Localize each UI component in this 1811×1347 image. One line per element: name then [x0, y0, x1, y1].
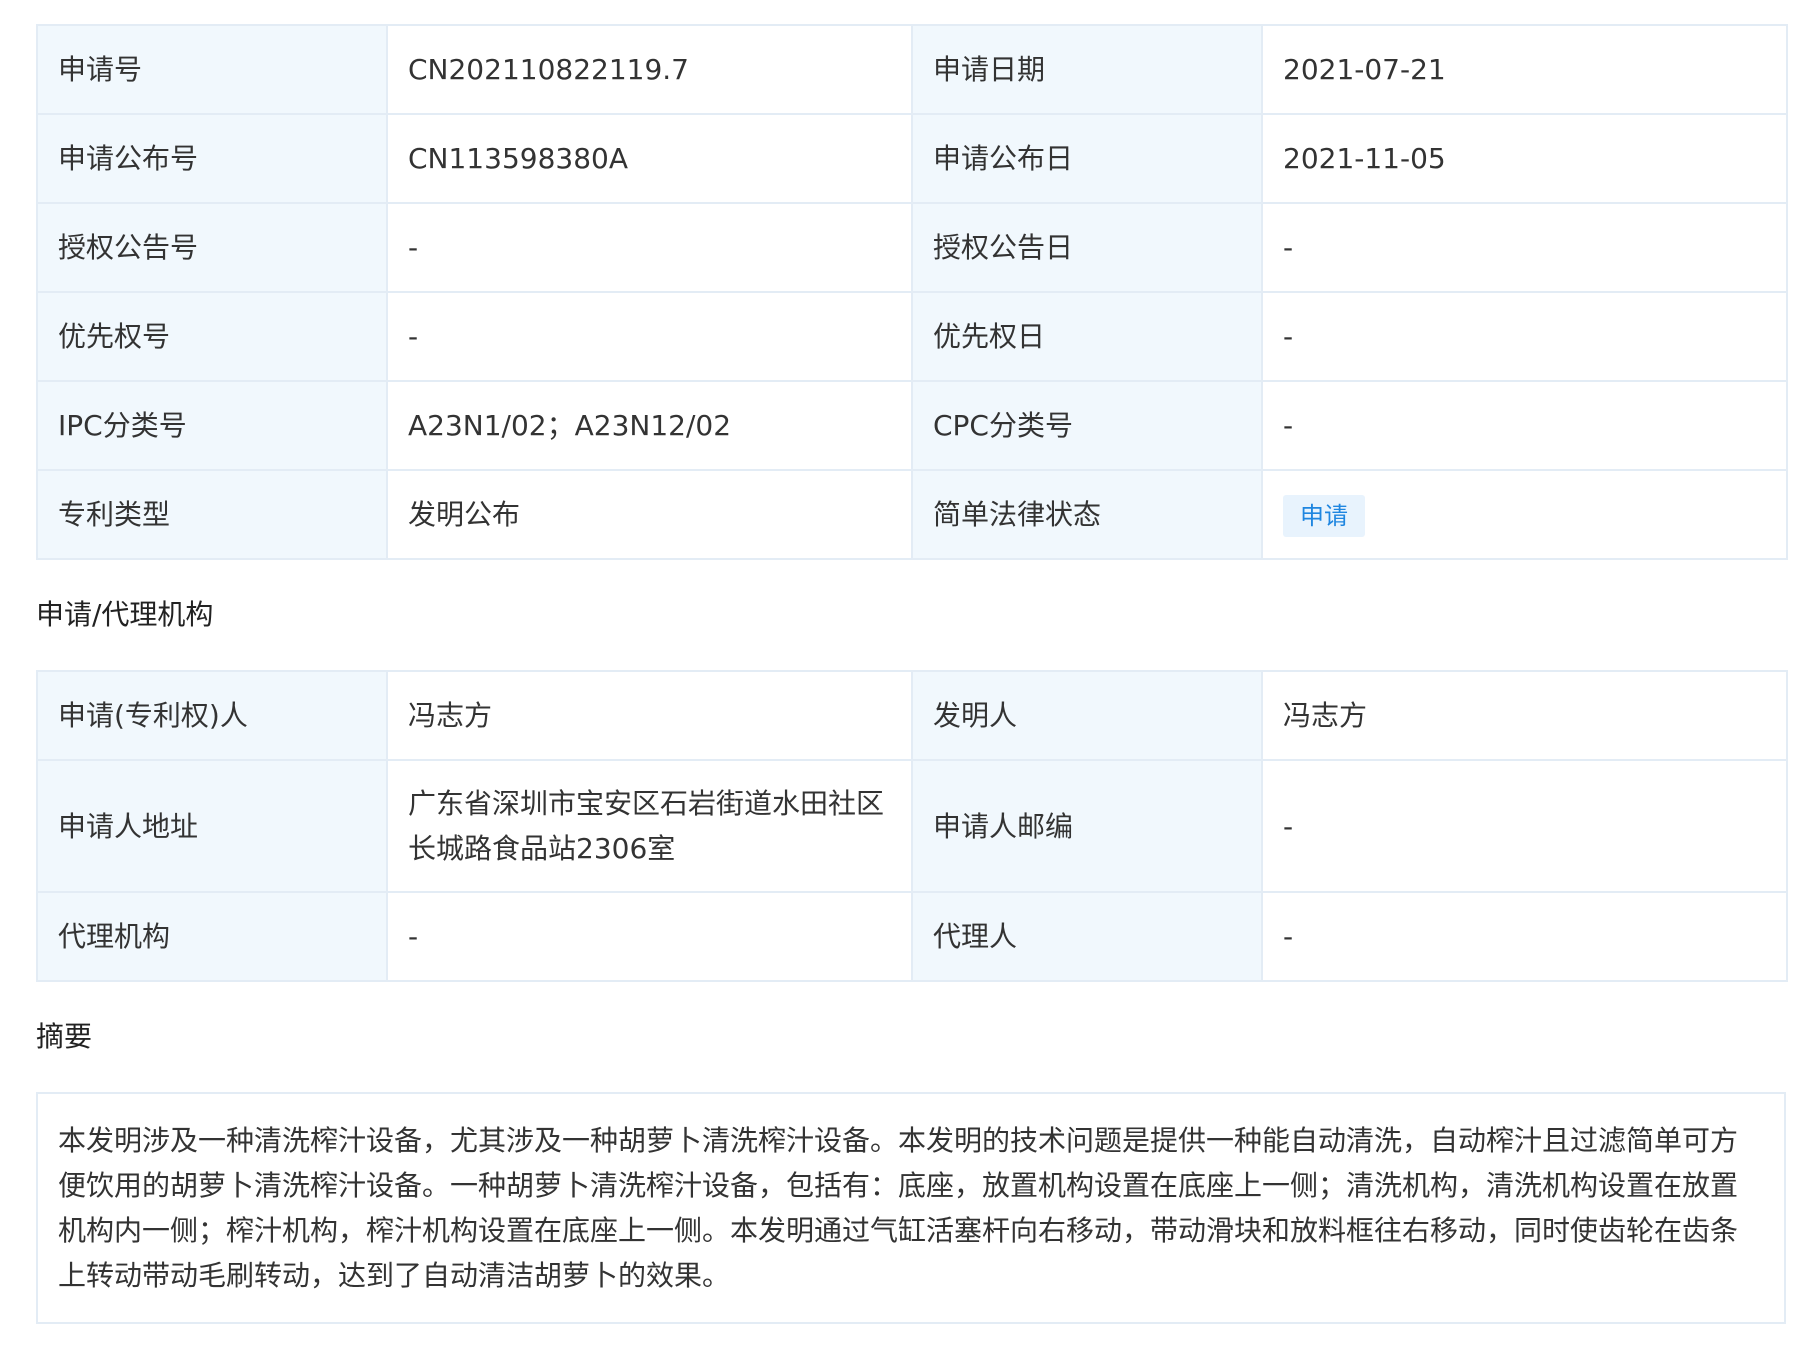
agent-label: 代理人: [911, 891, 1263, 982]
application-date-label: 申请日期: [911, 24, 1263, 115]
patent-type-value: 发明公布: [386, 469, 913, 560]
abstract-section-title: 摘要: [36, 1020, 93, 1053]
legal-status-badge: 申请: [1283, 495, 1365, 537]
ipc-class-value: A23N1/02；A23N12/02: [386, 380, 913, 471]
table-row: 代理机构 - 代理人 -: [36, 891, 1788, 982]
agency-value: -: [386, 891, 913, 982]
applicant-address-label: 申请人地址: [36, 759, 388, 893]
application-date-value: 2021-07-21: [1261, 24, 1788, 115]
publication-number-value: CN113598380A: [386, 113, 913, 204]
agency-section-title: 申请/代理机构: [36, 598, 214, 631]
application-number-label: 申请号: [36, 24, 388, 115]
legal-status-label: 简单法律状态: [911, 469, 1263, 560]
applicant-value: 冯志方: [386, 670, 913, 761]
cpc-class-label: CPC分类号: [911, 380, 1263, 471]
table-row: 申请公布号 CN113598380A 申请公布日 2021-11-05: [36, 113, 1788, 204]
patent-type-label: 专利类型: [36, 469, 388, 560]
grant-date-value: -: [1261, 202, 1788, 293]
priority-number-value: -: [386, 291, 913, 382]
application-number-value: CN202110822119.7: [386, 24, 913, 115]
applicant-address-value: 广东省深圳市宝安区石岩街道水田社区长城路食品站2306室: [386, 759, 913, 893]
abstract-text: 本发明涉及一种清洗榨汁设备，尤其涉及一种胡萝卜清洗榨汁设备。本发明的技术问题是提…: [36, 1092, 1786, 1324]
priority-date-value: -: [1261, 291, 1788, 382]
table-row: 优先权号 - 优先权日 -: [36, 291, 1788, 382]
table-row: 申请号 CN202110822119.7 申请日期 2021-07-21: [36, 24, 1788, 115]
basic-info-table: 申请号 CN202110822119.7 申请日期 2021-07-21 申请公…: [36, 24, 1788, 560]
grant-date-label: 授权公告日: [911, 202, 1263, 293]
applicant-postcode-value: -: [1261, 759, 1788, 893]
inventor-label: 发明人: [911, 670, 1263, 761]
table-row: 申请人地址 广东省深圳市宝安区石岩街道水田社区长城路食品站2306室 申请人邮编…: [36, 759, 1788, 893]
agency-info-table: 申请(专利权)人 冯志方 发明人 冯志方 申请人地址 广东省深圳市宝安区石岩街道…: [36, 670, 1788, 982]
agent-value: -: [1261, 891, 1788, 982]
grant-number-label: 授权公告号: [36, 202, 388, 293]
inventor-value: 冯志方: [1261, 670, 1788, 761]
table-row: IPC分类号 A23N1/02；A23N12/02 CPC分类号 -: [36, 380, 1788, 471]
publication-date-value: 2021-11-05: [1261, 113, 1788, 204]
table-row: 申请(专利权)人 冯志方 发明人 冯志方: [36, 670, 1788, 761]
table-row: 授权公告号 - 授权公告日 -: [36, 202, 1788, 293]
ipc-class-label: IPC分类号: [36, 380, 388, 471]
publication-number-label: 申请公布号: [36, 113, 388, 204]
patent-detail-page: 申请号 CN202110822119.7 申请日期 2021-07-21 申请公…: [0, 0, 1811, 1347]
priority-date-label: 优先权日: [911, 291, 1263, 382]
cpc-class-value: -: [1261, 380, 1788, 471]
agency-label: 代理机构: [36, 891, 388, 982]
publication-date-label: 申请公布日: [911, 113, 1263, 204]
applicant-postcode-label: 申请人邮编: [911, 759, 1263, 893]
grant-number-value: -: [386, 202, 913, 293]
applicant-label: 申请(专利权)人: [36, 670, 388, 761]
table-row: 专利类型 发明公布 简单法律状态 申请: [36, 469, 1788, 560]
legal-status-cell: 申请: [1261, 469, 1788, 560]
priority-number-label: 优先权号: [36, 291, 388, 382]
